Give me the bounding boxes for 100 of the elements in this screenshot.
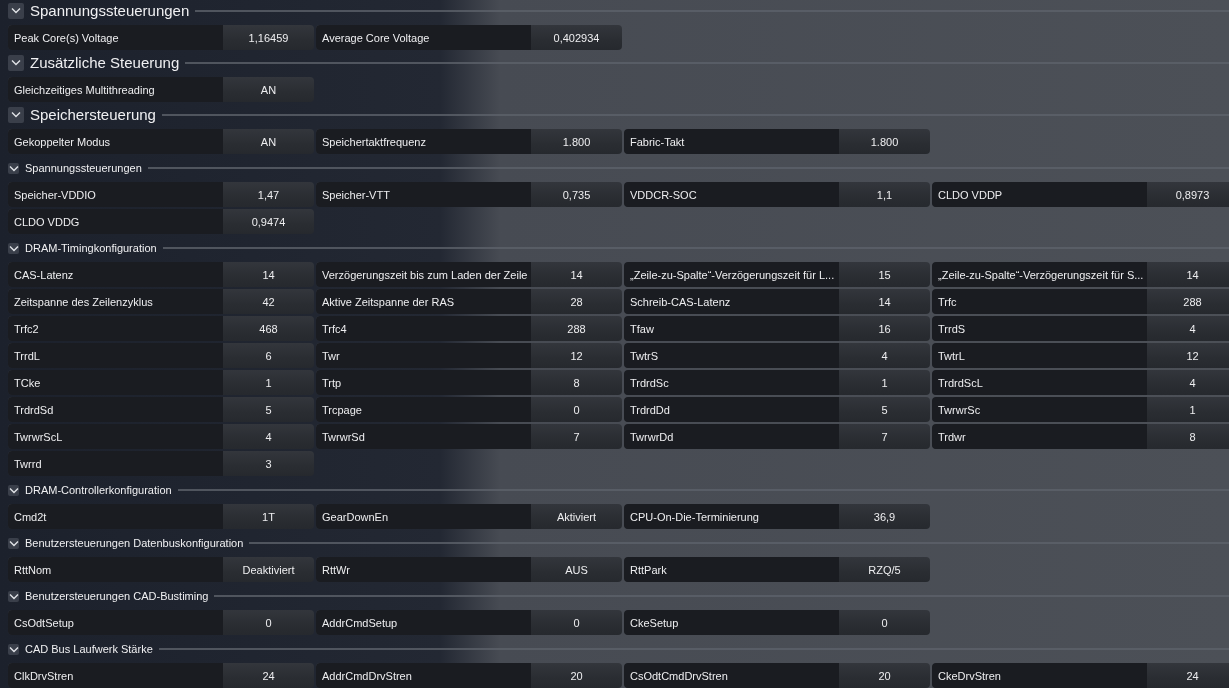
setting-value: 8 xyxy=(1188,429,1197,445)
setting-field[interactable]: Trfc 288 xyxy=(932,289,1229,314)
setting-field[interactable]: Gekoppelter Modus AN xyxy=(8,129,314,154)
setting-field[interactable]: TrdrdDd 5 xyxy=(624,397,930,422)
setting-label: ClkDrvStren xyxy=(8,663,223,688)
setting-field[interactable]: TwrwrSd 7 xyxy=(316,424,622,449)
chevron-icon xyxy=(11,7,21,14)
setting-field[interactable]: RttWr AUS xyxy=(316,557,622,582)
setting-label: Speichertaktfrequenz xyxy=(316,129,531,154)
setting-label: Tfaw xyxy=(624,316,839,341)
setting-field[interactable]: „Zeile-zu-Spalte“-Verzögerungszeit für L... 15 xyxy=(624,262,930,287)
chevron-icon xyxy=(11,59,21,66)
setting-field[interactable]: TwrwrScL 4 xyxy=(8,424,314,449)
setting-value: 4 xyxy=(880,348,889,364)
setting-field[interactable]: Trfc4 288 xyxy=(316,316,622,341)
setting-field[interactable]: Trtp 8 xyxy=(316,370,622,395)
setting-field[interactable]: Peak Core(s) Voltage 1,16459 xyxy=(8,25,314,50)
setting-field[interactable]: AddrCmdSetup 0 xyxy=(316,610,622,635)
setting-field[interactable]: VDDCR-SOC 1,1 xyxy=(624,182,930,207)
setting-field[interactable]: CLDO VDDG 0,9474 xyxy=(8,209,314,234)
setting-value: 6 xyxy=(264,348,273,364)
setting-field[interactable]: RttPark RZQ/5 xyxy=(624,557,930,582)
setting-field[interactable]: Aktive Zeitspanne der RAS 28 xyxy=(316,289,622,314)
setting-field[interactable]: CPU-On-Die-Terminierung 36,9 xyxy=(624,504,930,529)
setting-field[interactable]: Zeitspanne des Zeilenzyklus 42 xyxy=(8,289,314,314)
setting-field[interactable]: TwrwrDd 7 xyxy=(624,424,930,449)
setting-label: Twr xyxy=(316,343,531,368)
setting-value: 8 xyxy=(572,375,581,391)
setting-label: TrdrdScL xyxy=(932,370,1147,395)
setting-value: Deaktiviert xyxy=(241,562,296,578)
setting-field[interactable]: TwrwrSc 1 xyxy=(932,397,1229,422)
collapse-button[interactable] xyxy=(8,643,19,655)
setting-label: CkeSetup xyxy=(624,610,839,635)
setting-value: 5 xyxy=(264,402,273,418)
collapse-button[interactable] xyxy=(8,242,19,254)
setting-value: AN xyxy=(259,82,278,98)
setting-field[interactable]: Trfc2 468 xyxy=(8,316,314,341)
setting-field[interactable]: Tfaw 16 xyxy=(624,316,930,341)
setting-value: 468 xyxy=(258,321,279,337)
setting-field[interactable]: TwtrL 12 xyxy=(932,343,1229,368)
chevron-icon xyxy=(8,164,19,172)
setting-field[interactable]: Speicher-VDDIO 1,47 xyxy=(8,182,314,207)
collapse-button[interactable] xyxy=(8,2,24,19)
collapse-button[interactable] xyxy=(8,54,24,71)
setting-field[interactable]: TrdrdSd 5 xyxy=(8,397,314,422)
setting-field[interactable]: AddrCmdDrvStren 20 xyxy=(316,663,622,688)
setting-value: 0,9474 xyxy=(250,214,287,230)
setting-label: Trfc2 xyxy=(8,316,223,341)
setting-value: 14 xyxy=(877,294,892,310)
setting-field[interactable]: Fabric-Takt 1.800 xyxy=(624,129,930,154)
setting-value: 1.800 xyxy=(869,134,900,150)
setting-field[interactable]: Gleichzeitiges Multithreading AN xyxy=(8,77,314,102)
setting-label: CLDO VDDP xyxy=(932,182,1147,207)
setting-field[interactable]: „Zeile-zu-Spalte“-Verzögerungszeit für S... 14 xyxy=(932,262,1229,287)
setting-field[interactable]: CsOdtSetup 0 xyxy=(8,610,314,635)
setting-field[interactable]: TCke 1 xyxy=(8,370,314,395)
setting-value: 20 xyxy=(569,668,584,684)
setting-value: 0,8973 xyxy=(1174,187,1211,203)
setting-label: RttNom xyxy=(8,557,223,582)
setting-field[interactable]: Schreib-CAS-Latenz 14 xyxy=(624,289,930,314)
setting-field[interactable]: Speicher-VTT 0,735 xyxy=(316,182,622,207)
setting-value: Aktiviert xyxy=(555,509,598,525)
setting-label: Zeitspanne des Zeilenzyklus xyxy=(8,289,223,314)
collapse-button[interactable] xyxy=(8,106,24,123)
setting-label: TrrdS xyxy=(932,316,1147,341)
collapse-button[interactable] xyxy=(8,162,19,174)
chevron-icon xyxy=(8,645,19,653)
setting-field[interactable]: TrdrdSc 1 xyxy=(624,370,930,395)
collapse-button[interactable] xyxy=(8,537,19,549)
setting-value: 288 xyxy=(566,321,587,337)
setting-field[interactable]: Average Core Voltage 0,402934 xyxy=(316,25,622,50)
setting-value: 14 xyxy=(569,267,584,283)
setting-field[interactable]: Speichertaktfrequenz 1.800 xyxy=(316,129,622,154)
setting-field[interactable]: CkeSetup 0 xyxy=(624,610,930,635)
setting-field[interactable]: TrrdS 4 xyxy=(932,316,1229,341)
section-title: CAD Bus Laufwerk Stärke xyxy=(25,643,153,655)
setting-field[interactable]: CLDO VDDP 0,8973 xyxy=(932,182,1229,207)
setting-field[interactable]: TrdrdScL 4 xyxy=(932,370,1229,395)
setting-field[interactable]: Trdwr 8 xyxy=(932,424,1229,449)
setting-field[interactable]: TrrdL 6 xyxy=(8,343,314,368)
collapse-button[interactable] xyxy=(8,484,19,496)
setting-field[interactable]: Twr 12 xyxy=(316,343,622,368)
setting-field[interactable]: ClkDrvStren 24 xyxy=(8,663,314,688)
setting-field[interactable]: CAS-Latenz 14 xyxy=(8,262,314,287)
setting-label: TwtrL xyxy=(932,343,1147,368)
setting-field[interactable]: Cmd2t 1T xyxy=(8,504,314,529)
setting-value: 24 xyxy=(1185,668,1200,684)
setting-field[interactable]: RttNom Deaktiviert xyxy=(8,557,314,582)
setting-field[interactable]: CsOdtCmdDrvStren 20 xyxy=(624,663,930,688)
setting-field[interactable]: TwtrS 4 xyxy=(624,343,930,368)
setting-field[interactable]: Trcpage 0 xyxy=(316,397,622,422)
setting-field[interactable]: CkeDrvStren 24 xyxy=(932,663,1229,688)
setting-value: AUS xyxy=(564,562,589,578)
setting-label: Verzögerungszeit bis zum Laden der Zeile xyxy=(316,262,531,287)
setting-label: TwrwrSd xyxy=(316,424,531,449)
setting-field[interactable]: Verzögerungszeit bis zum Laden der Zeile 14 xyxy=(316,262,622,287)
setting-field[interactable]: Twrrd 3 xyxy=(8,451,314,476)
setting-field[interactable]: GearDownEn Aktiviert xyxy=(316,504,622,529)
setting-value: 0 xyxy=(572,615,581,631)
collapse-button[interactable] xyxy=(8,590,19,602)
